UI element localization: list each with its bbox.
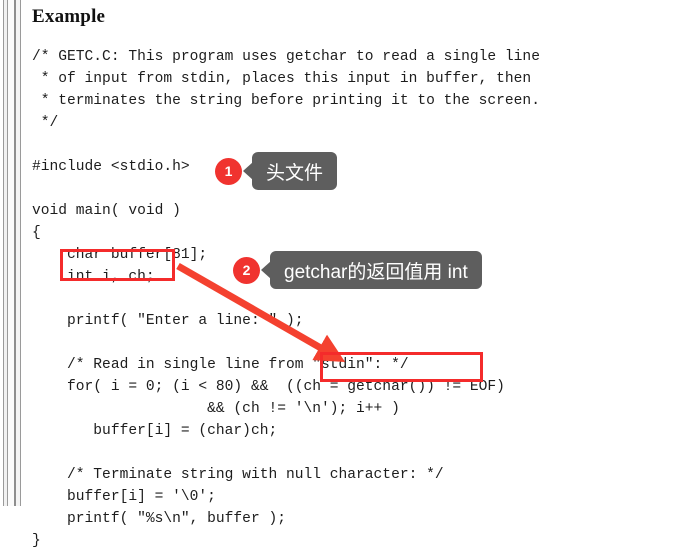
- code-line: * terminates the string before printing …: [32, 93, 540, 109]
- code-line: printf( "%s\n", buffer );: [32, 511, 286, 527]
- callout-label-2: getchar的返回值用 int: [270, 251, 482, 289]
- callout-header-file[interactable]: 1 头文件: [215, 152, 338, 190]
- code-line: buffer[i] = (char)ch;: [32, 423, 278, 439]
- code-line: void main( void ): [32, 203, 181, 219]
- callout-getchar-return-type[interactable]: 2 getchar的返回值用 int: [233, 251, 482, 289]
- callout-badge-2: 2: [233, 256, 260, 284]
- page-title: Example: [32, 6, 106, 27]
- code-line: * of input from stdin, places this input…: [32, 71, 532, 87]
- code-line: /* GETC.C: This program uses getchar to …: [32, 49, 540, 65]
- left-border-rule: [0, 0, 24, 506]
- code-line: printf( "Enter a line: " );: [32, 313, 304, 329]
- code-listing: /* GETC.C: This program uses getchar to …: [32, 46, 672, 552]
- callout-badge-1: 1: [215, 157, 242, 185]
- callout-label-1: 头文件: [252, 152, 338, 190]
- code-line: && (ch != '\n'); i++ ): [32, 401, 400, 417]
- code-line: }: [32, 533, 41, 549]
- highlight-box-getchar-call: [320, 352, 483, 382]
- highlight-box-int-declaration: [60, 249, 175, 281]
- code-line: buffer[i] = '\0';: [32, 489, 216, 505]
- code-line: #include <stdio.h>: [32, 159, 190, 175]
- code-line: {: [32, 225, 41, 241]
- code-line: */: [32, 115, 59, 131]
- border-stripe: [20, 0, 21, 506]
- code-line: /* Terminate string with null character:…: [32, 467, 444, 483]
